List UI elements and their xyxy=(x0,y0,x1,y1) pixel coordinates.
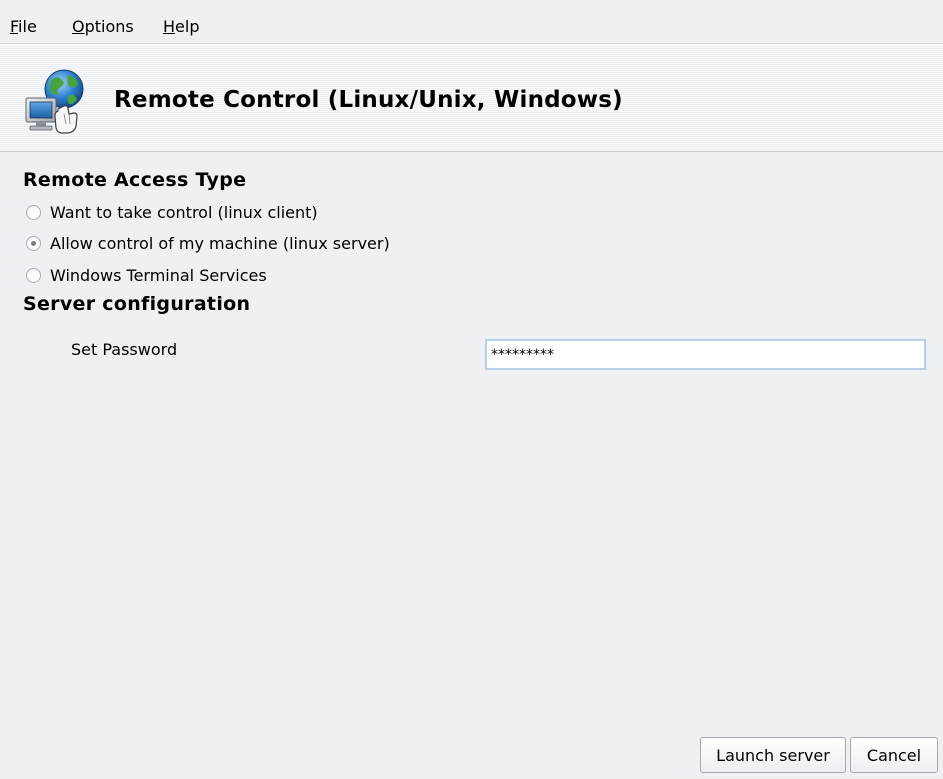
header-banner: Remote Control (Linux/Unix, Windows) xyxy=(0,44,943,152)
cancel-button[interactable]: Cancel xyxy=(850,737,938,773)
remote-control-window: File Options Help Remote Control (Linux/… xyxy=(0,0,943,779)
menu-file[interactable]: File xyxy=(10,17,37,37)
radio-linux-client[interactable]: Want to take control (linux client) xyxy=(26,201,318,223)
set-password-label: Set Password xyxy=(71,340,178,359)
radio-windows-terminal-services[interactable]: Windows Terminal Services xyxy=(26,264,267,286)
radio-linux-server-label: Allow control of my machine (linux serve… xyxy=(50,233,390,253)
password-field[interactable] xyxy=(485,339,926,370)
menu-help[interactable]: Help xyxy=(163,17,199,37)
radio-windows-terminal-services-label: Windows Terminal Services xyxy=(50,265,267,285)
menu-bar: File Options Help xyxy=(0,0,943,44)
remote-access-type-heading: Remote Access Type xyxy=(23,169,247,191)
menu-options[interactable]: Options xyxy=(72,17,134,37)
menu-help-label-rest: elp xyxy=(175,17,200,36)
page-title: Remote Control (Linux/Unix, Windows) xyxy=(114,87,623,113)
menu-help-mnemonic: H xyxy=(163,17,176,36)
radio-button[interactable] xyxy=(26,204,41,220)
menu-file-mnemonic: F xyxy=(10,17,19,36)
server-configuration-heading: Server configuration xyxy=(23,293,251,315)
remote-control-globe-computer-icon xyxy=(25,69,84,134)
menu-options-mnemonic: O xyxy=(72,17,85,36)
radio-button[interactable] xyxy=(26,267,41,283)
menu-file-label-rest: ile xyxy=(18,17,37,36)
launch-server-button[interactable]: Launch server xyxy=(700,737,846,773)
radio-button-selected[interactable] xyxy=(26,235,41,251)
menu-options-label-rest: ptions xyxy=(84,17,134,36)
radio-linux-server[interactable]: Allow control of my machine (linux serve… xyxy=(26,232,390,254)
radio-linux-client-label: Want to take control (linux client) xyxy=(50,202,318,222)
